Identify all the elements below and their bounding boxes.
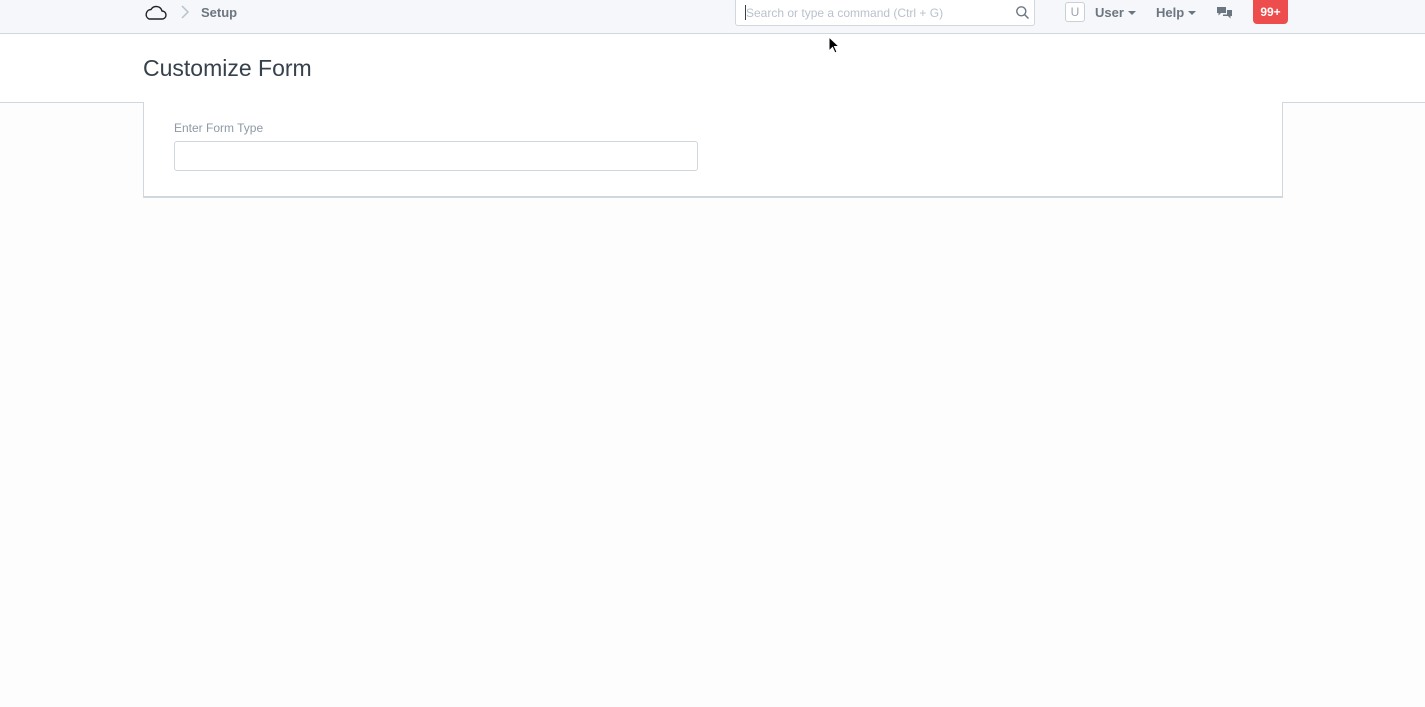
navbar: Setup U User Help 99+: [0, 0, 1425, 34]
user-menu[interactable]: User: [1095, 5, 1136, 20]
breadcrumb-setup[interactable]: Setup: [201, 5, 237, 20]
search-input[interactable]: [736, 0, 1006, 25]
mouse-cursor-icon: [828, 36, 841, 54]
search-box[interactable]: [735, 0, 1035, 26]
avatar[interactable]: U: [1065, 2, 1085, 22]
caret-down-icon: [1188, 11, 1197, 15]
chevron-right-icon: [181, 5, 190, 19]
search-icon[interactable]: [1015, 5, 1030, 20]
cloud-icon[interactable]: [141, 2, 169, 24]
help-menu[interactable]: Help: [1156, 5, 1197, 20]
form-type-label: Enter Form Type: [174, 121, 264, 135]
form-type-input[interactable]: [174, 141, 698, 171]
user-menu-label: User: [1095, 5, 1124, 20]
page-head: Customize Form: [0, 34, 1425, 103]
form-card: Enter Form Type: [143, 102, 1283, 198]
text-caret: [745, 5, 746, 20]
chat-icon[interactable]: [1216, 5, 1233, 20]
page-title: Customize Form: [143, 55, 312, 81]
notifications-badge[interactable]: 99+: [1253, 0, 1288, 24]
help-menu-label: Help: [1156, 5, 1185, 20]
caret-down-icon: [1127, 11, 1136, 15]
